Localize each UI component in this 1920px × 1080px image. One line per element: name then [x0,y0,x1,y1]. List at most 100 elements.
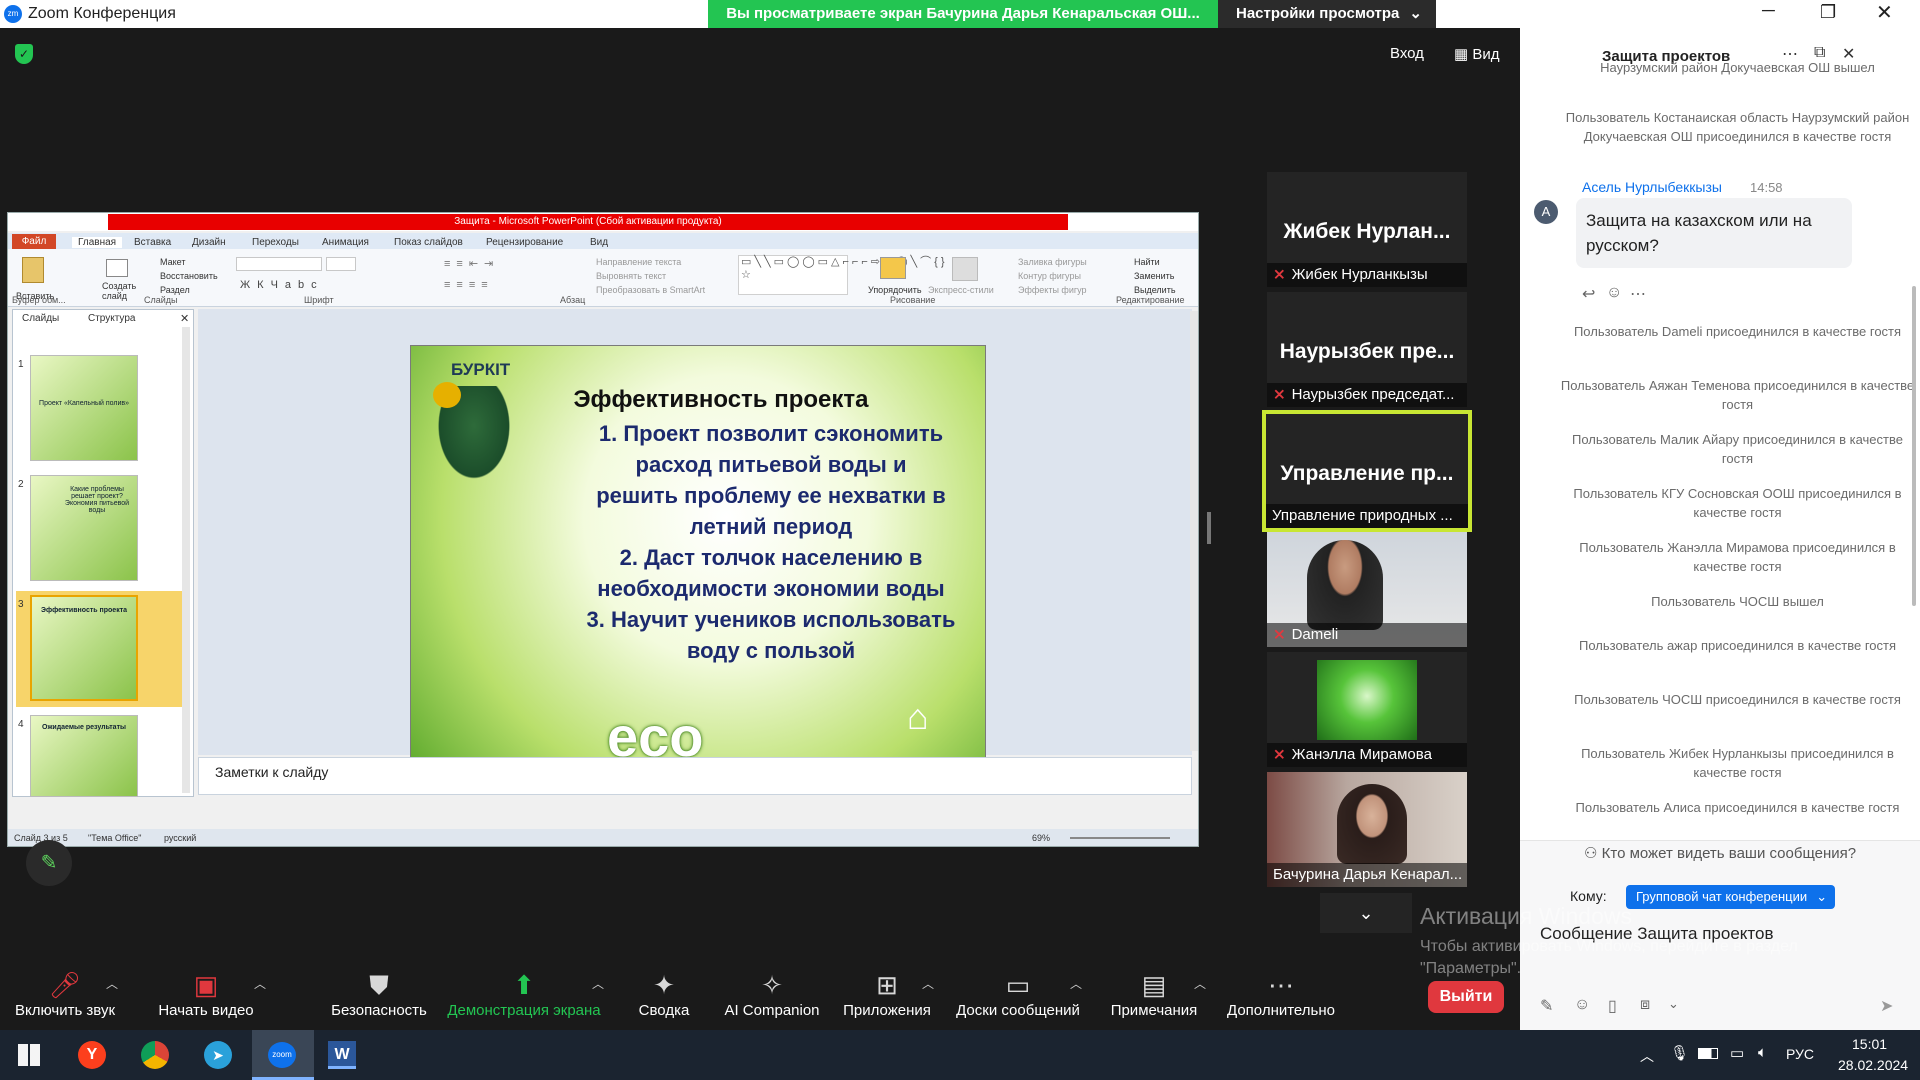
arrange-icon[interactable] [880,257,906,279]
network-icon[interactable]: ▭ [1730,1044,1744,1062]
gallery-scroll-down-button[interactable]: ⌄ [1320,893,1412,933]
shape-effects-button[interactable]: Эффекты фигур [1018,285,1087,295]
view-settings-button[interactable]: Настройки просмотра ⌄ [1218,0,1436,28]
emoji-reaction-icon[interactable]: ☺ [1606,284,1622,302]
participant-tile[interactable]: Наурызбек пре... ⨯ Наурызбек председат... [1267,292,1467,407]
start-video-button[interactable]: ▣ Начать видео [150,968,262,1019]
share-screen-button[interactable]: ⬆ Демонстрация экрана [446,968,602,1019]
align-buttons[interactable]: ≡≡≡≡ [444,279,494,291]
find-button[interactable]: Найти [1134,257,1160,267]
paragraph-buttons[interactable]: ≡≡⇤⇥ [444,257,499,270]
close-chat-icon[interactable]: ✕ [1842,44,1855,64]
align-text-button[interactable]: Выровнять текст [596,271,666,281]
notes-chevron-up-icon[interactable]: ︿ [1194,975,1206,992]
message-sender[interactable]: Асель Нурлыбеккызы [1582,179,1722,195]
file-tab[interactable]: Файл [12,234,56,249]
volume-icon[interactable]: 🔈︎ [1758,1044,1767,1061]
shape-outline-button[interactable]: Контур фигуры [1018,271,1081,281]
tab-review[interactable]: Рецензирование [486,237,563,248]
windows-start-icon[interactable] [18,1044,40,1066]
replace-button[interactable]: Заменить [1134,271,1174,281]
notes-area[interactable]: Заметки к слайду [198,757,1192,795]
who-can-see-link[interactable]: ⚇ Кто может видеть ваши сообщения? [1584,844,1856,862]
close-button[interactable]: ✕ [1876,0,1893,25]
panel-close-icon[interactable]: ✕ [180,312,189,325]
layout-button[interactable]: Макет [160,257,185,267]
apps-button[interactable]: ⊞ Приложения [840,968,934,1019]
format-icon[interactable]: ✎ [1540,996,1553,1016]
leave-button[interactable]: Выйти [1428,981,1504,1013]
panel-resize-handle[interactable] [1207,512,1211,544]
font-name-select[interactable] [236,257,322,271]
tab-transitions[interactable]: Переходы [252,237,299,248]
font-format-buttons[interactable]: ЖКЧabc [240,279,324,291]
arrange-button[interactable]: Упорядочить [868,285,922,295]
clock-date[interactable]: 28.02.2024 [1838,1057,1908,1073]
select-button[interactable]: Выделить [1134,285,1176,295]
font-size-select[interactable] [326,257,356,271]
tab-home[interactable]: Главная [72,237,123,248]
share-options-chevron-up-icon[interactable]: ︿ [592,975,604,992]
slide-scrollbar[interactable] [1190,311,1198,751]
screenshot-icon[interactable]: ⧈ [1640,996,1650,1014]
mute-button[interactable]: 🎤︎ Включить звук [12,968,118,1019]
tab-view[interactable]: Вид [590,237,608,248]
more-options-icon[interactable]: ⋯ [1782,44,1798,64]
video-options-chevron-up-icon[interactable]: ︿ [254,975,266,992]
chevron-down-icon[interactable]: ⌄ [1668,996,1679,1012]
maximize-button[interactable]: ❐ [1820,2,1836,23]
microphone-icon[interactable]: 🎙︎ [1670,1044,1689,1062]
quick-styles-icon[interactable] [952,257,978,281]
slide-thumb-3[interactable]: Эффективность проекта [30,595,138,701]
participant-tile[interactable]: ⨯ Dameli [1267,532,1467,647]
word-icon[interactable]: W [328,1041,356,1069]
zoom-taskbar-icon[interactable]: zoom [252,1030,314,1080]
participant-tile[interactable]: Жибек Нурлан... ⨯ Жибек Нурланкызы [1267,172,1467,287]
tab-outline[interactable]: Структура [88,313,135,324]
ai-companion-button[interactable]: ✧ AI Companion [722,968,822,1019]
minimize-button[interactable]: ─ [1762,0,1775,21]
message-more-icon[interactable]: ⋯ [1630,284,1646,304]
tab-insert[interactable]: Вставка [134,237,171,248]
whiteboards-chevron-up-icon[interactable]: ︿ [1070,975,1082,992]
slide[interactable]: БУРКІТ Эффективность проекта 1. Проект п… [410,345,986,777]
yandex-browser-icon[interactable]: Y [78,1041,106,1069]
enter-button[interactable]: Вход [1390,45,1424,62]
telegram-icon[interactable]: ➤ [204,1041,232,1069]
new-slide-button[interactable]: Создать слайд [102,281,142,301]
whiteboards-button[interactable]: ▭ Доски сообщений [952,968,1084,1019]
chrome-icon[interactable] [141,1041,169,1069]
paste-icon[interactable] [22,257,44,283]
participant-tile-active-speaker[interactable]: Управление пр... Управление природных ..… [1262,410,1472,532]
notes-button[interactable]: ▤ Примечания [1108,968,1200,1019]
send-icon[interactable]: ➤ [1880,996,1893,1016]
section-button[interactable]: Раздел [160,285,190,295]
popout-icon[interactable]: ⧉ [1814,44,1825,62]
restore-button[interactable]: Восстановить [160,271,218,281]
smartart-button[interactable]: Преобразовать в SmartArt [596,285,705,295]
slide-thumb-1[interactable]: Проект «Капельный полив» [30,355,138,461]
shield-icon[interactable]: ✓ [15,44,33,64]
tab-design[interactable]: Дизайн [192,237,226,248]
file-icon[interactable]: ▯ [1608,996,1617,1016]
participant-tile[interactable]: ⨯ Жанэлла Мирамова [1267,652,1467,767]
more-button[interactable]: ⋯ Дополнительно [1224,968,1338,1019]
reply-icon[interactable]: ↩ [1582,284,1595,304]
annotate-pen-icon[interactable]: ✎ [26,840,72,886]
tab-slideshow[interactable]: Показ слайдов [394,237,463,248]
thumbs-scrollbar[interactable] [182,327,190,793]
text-direction-button[interactable]: Направление текста [596,257,681,267]
clock-time[interactable]: 15:01 [1852,1036,1887,1052]
slide-thumb-2[interactable]: Какие проблемы решает проект? Экономия п… [30,475,138,581]
zoom-slider[interactable] [1070,837,1170,839]
language-indicator[interactable]: РУС [1786,1046,1814,1062]
summary-button[interactable]: ✦ Сводка [634,968,694,1019]
tab-animation[interactable]: Анимация [322,237,369,248]
apps-chevron-up-icon[interactable]: ︿ [922,975,934,992]
tray-chevron-up-icon[interactable]: ︿ [1640,1046,1654,1066]
participant-tile[interactable]: Бачурина Дарья Кенарал... [1267,772,1467,887]
chat-scrollbar[interactable] [1912,286,1916,606]
recipient-select[interactable]: Групповой чат конференции ⌄ [1626,885,1836,909]
quick-styles-button[interactable]: Экспресс-стили [928,285,994,295]
shape-fill-button[interactable]: Заливка фигуры [1018,257,1087,267]
